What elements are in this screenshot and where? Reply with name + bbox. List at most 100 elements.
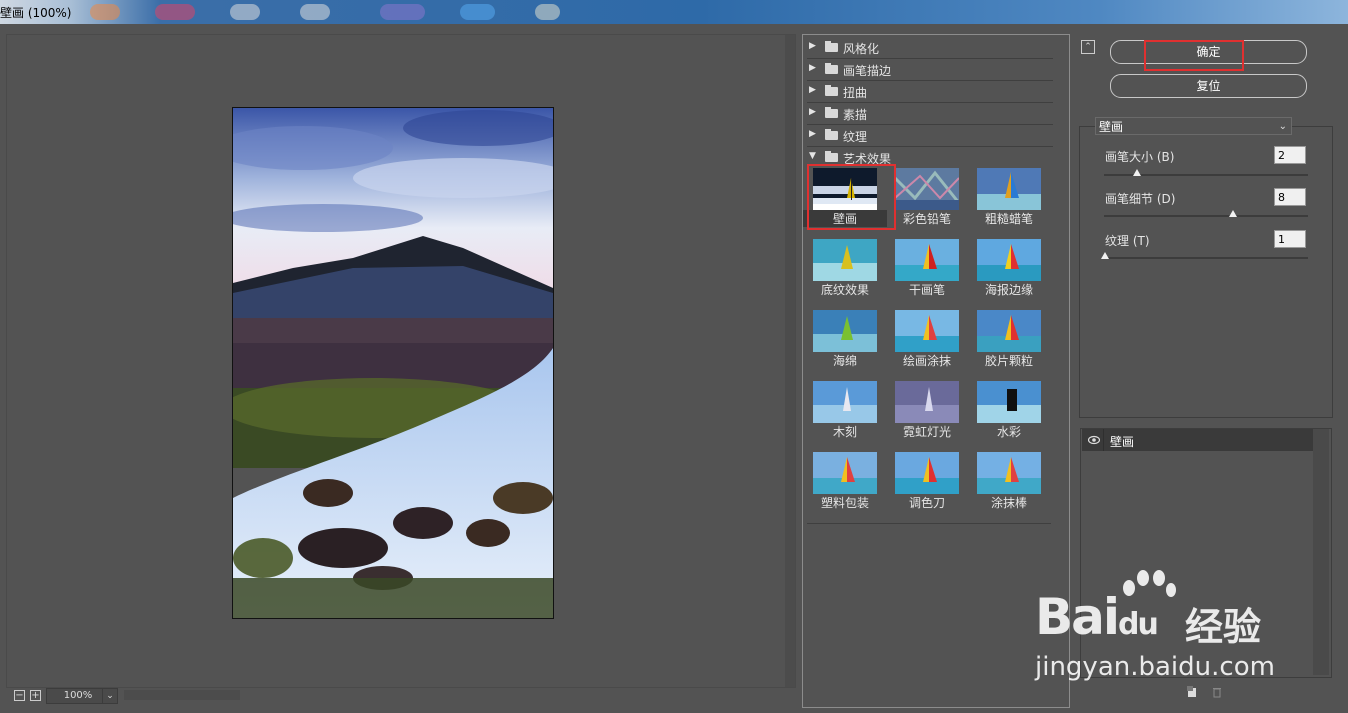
filter-preview-thumbnail xyxy=(977,239,1041,281)
category-label: 风格化 xyxy=(843,42,880,56)
baidu-watermark: Baidu 经验 jingyan.baidu.com xyxy=(1035,570,1335,690)
slider-handle[interactable] xyxy=(1133,169,1141,176)
collapse-gallery-icon[interactable]: ⌃ xyxy=(1081,40,1095,54)
folder-open-icon xyxy=(825,151,838,162)
texture-slider[interactable] xyxy=(1101,252,1308,259)
expand-arrow-icon: ▶ xyxy=(809,85,816,95)
category-label: 画笔描边 xyxy=(843,64,892,78)
filter-thumb-film-grain[interactable]: 胶片颗粒 xyxy=(977,310,1041,368)
filter-thumb-watercolor[interactable]: 水彩 xyxy=(977,381,1041,439)
filter-thumb-sponge[interactable]: 海绵 xyxy=(813,310,877,368)
filter-thumb-palette-knife[interactable]: 调色刀 xyxy=(895,452,959,510)
category-sketch[interactable]: ▶ 素描 xyxy=(807,103,1053,125)
taskbar-app-icon xyxy=(460,4,495,20)
window-title: 壁画 (100%) xyxy=(0,6,72,20)
filter-label: 胶片颗粒 xyxy=(984,354,1033,368)
category-stylize[interactable]: ▶ 风格化 xyxy=(807,37,1053,59)
expand-arrow-icon: ▶ xyxy=(809,107,816,117)
expand-arrow-icon: ▶ xyxy=(809,63,816,73)
filter-thumb-colored-pencil[interactable]: 彩色铅笔 xyxy=(895,168,959,226)
filter-preview-thumbnail xyxy=(895,239,959,281)
zoom-in-button[interactable]: + xyxy=(30,690,41,701)
taskbar-app-icon xyxy=(90,4,120,20)
filter-settings-panel xyxy=(1079,126,1333,418)
chevron-down-icon: ⌄ xyxy=(1278,121,1287,132)
taskbar-app-icon xyxy=(300,4,330,20)
filter-thumb-underpainting[interactable]: 底纹效果 xyxy=(813,239,877,297)
filter-label: 木刻 xyxy=(832,425,857,439)
category-texture[interactable]: ▶ 纹理 xyxy=(807,125,1053,147)
brush-detail-label: 画笔细节 (D) xyxy=(1105,192,1176,206)
filter-label: 水彩 xyxy=(996,425,1021,439)
chevron-down-icon[interactable]: ⌄ xyxy=(102,688,118,704)
mural-landscape-image xyxy=(233,108,553,618)
texture-input[interactable]: 1 xyxy=(1274,230,1306,248)
taskbar-app-icon xyxy=(380,4,425,20)
watermark-jingyan: 经验 xyxy=(1185,605,1262,649)
brush-size-slider[interactable] xyxy=(1104,169,1308,176)
folder-icon xyxy=(825,41,838,52)
category-artistic[interactable]: ▼ 艺术效果 xyxy=(807,147,1053,168)
divider xyxy=(1103,429,1104,451)
filter-thumb-cutout[interactable]: 木刻 xyxy=(813,381,877,439)
brush-size-input[interactable]: 2 xyxy=(1274,146,1306,164)
filter-preview-thumbnail xyxy=(977,452,1041,494)
preview-vertical-scrollbar[interactable] xyxy=(785,35,795,687)
category-label: 艺术效果 xyxy=(843,152,892,166)
filter-thumb-smudge-stick[interactable]: 涂抹棒 xyxy=(977,452,1041,510)
folder-icon xyxy=(825,63,838,74)
filter-preview-thumbnail xyxy=(895,310,959,352)
filter-preview-thumbnail xyxy=(813,310,877,352)
filter-thumb-paint-daubs[interactable]: 绘画涂抹 xyxy=(895,310,959,368)
filter-preview-thumbnail xyxy=(895,381,959,423)
preview-image xyxy=(232,107,554,619)
zoom-level-field[interactable]: 100% xyxy=(46,688,110,704)
expand-arrow-icon: ▶ xyxy=(809,129,816,139)
filter-select[interactable]: 壁画 ⌄ xyxy=(1095,117,1292,135)
watermark-logo-text: Baidu xyxy=(1035,588,1159,646)
filter-thumb-dry-brush[interactable]: 干画笔 xyxy=(895,239,959,297)
folder-icon xyxy=(825,107,838,118)
brush-detail-slider[interactable] xyxy=(1104,210,1308,217)
preview-statusbar: − + 100% ⌄ xyxy=(6,688,794,706)
preview-horizontal-scrollbar[interactable] xyxy=(124,690,240,700)
filter-label: 粗糙蜡笔 xyxy=(984,212,1033,226)
filter-preview-thumbnail xyxy=(895,168,959,210)
reset-button[interactable]: 复位 xyxy=(1110,74,1307,98)
filter-thumb-poster-edges[interactable]: 海报边缘 xyxy=(977,239,1041,297)
filter-preview-thumbnail xyxy=(977,168,1041,210)
filter-label: 海绵 xyxy=(832,354,857,368)
category-label: 纹理 xyxy=(843,130,868,144)
filter-preview-thumbnail xyxy=(977,381,1041,423)
eye-icon[interactable] xyxy=(1088,435,1100,445)
filter-thumb-plastic-wrap[interactable]: 塑料包装 xyxy=(813,452,877,510)
filter-thumb-fresco[interactable]: 壁画 xyxy=(803,168,887,227)
texture-label: 纹理 (T) xyxy=(1105,234,1150,248)
collapse-arrow-icon: ▼ xyxy=(809,151,816,161)
filter-preview-thumbnail xyxy=(895,452,959,494)
ok-button[interactable]: 确定 xyxy=(1110,40,1307,64)
filter-gallery: ▶ 风格化 ▶ 画笔描边 ▶ 扭曲 ▶ 素描 ▶ 纹理 ▼ 艺术效果 壁画 彩色… xyxy=(802,34,1070,708)
taskbar-app-icon xyxy=(535,4,560,20)
filter-label: 调色刀 xyxy=(908,496,945,510)
filter-label: 涂抹棒 xyxy=(990,496,1027,510)
preview-canvas[interactable] xyxy=(6,34,796,688)
expand-arrow-icon: ▶ xyxy=(809,41,816,51)
filter-thumb-rough-pastels[interactable]: 粗糙蜡笔 xyxy=(977,168,1041,226)
category-distort[interactable]: ▶ 扭曲 xyxy=(807,81,1053,103)
filter-preview-thumbnail xyxy=(813,168,877,210)
taskbar-app-icon xyxy=(155,4,195,20)
title-bar: 壁画 (100%) xyxy=(0,0,1348,24)
divider xyxy=(807,523,1051,524)
filter-label: 底纹效果 xyxy=(820,283,869,297)
filter-label: 绘画涂抹 xyxy=(902,354,951,368)
filter-preview-thumbnail xyxy=(977,310,1041,352)
filter-label: 彩色铅笔 xyxy=(902,212,951,226)
brush-detail-input[interactable]: 8 xyxy=(1274,188,1306,206)
slider-handle[interactable] xyxy=(1101,252,1109,259)
filter-label: 干画笔 xyxy=(908,283,945,297)
filter-thumb-neon-glow[interactable]: 霓虹灯光 xyxy=(895,381,959,439)
zoom-out-button[interactable]: − xyxy=(14,690,25,701)
slider-handle[interactable] xyxy=(1229,210,1237,217)
category-brush-strokes[interactable]: ▶ 画笔描边 xyxy=(807,59,1053,81)
